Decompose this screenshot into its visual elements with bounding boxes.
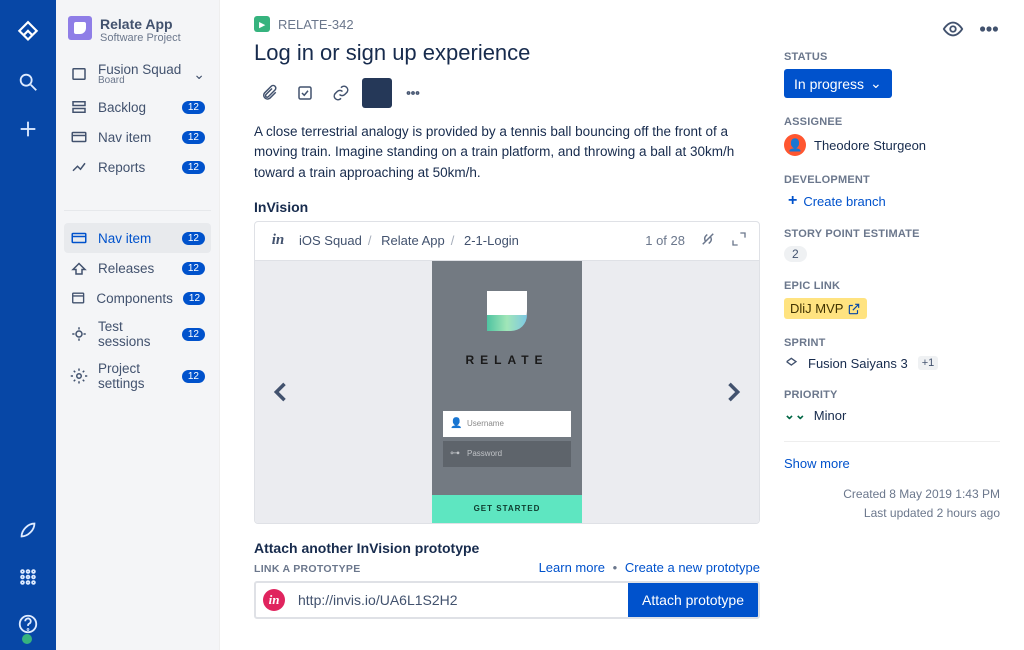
count-badge: 12 <box>182 262 205 275</box>
actions-icon[interactable] <box>978 18 1000 43</box>
sidebar-item-label: Test sessions <box>98 319 172 349</box>
count-badge: 12 <box>182 101 205 114</box>
watch-icon[interactable] <box>942 18 964 43</box>
next-icon[interactable] <box>719 378 747 406</box>
invision-card: in iOS Squad/ Relate App/ 2-1-Login 1 of… <box>254 221 760 524</box>
sidebar-item-label: Project settings <box>98 361 172 391</box>
sidebar-item-label: Reports <box>98 160 172 175</box>
priority-label: PRIORITY <box>784 389 1000 401</box>
more-icon[interactable] <box>398 78 428 108</box>
sidebar-item-releases[interactable]: Releases 12 <box>64 253 211 283</box>
updated-timestamp: Last updated 2 hours ago <box>784 504 1000 523</box>
invision-breadcrumb[interactable]: iOS Squad/ Relate App/ 2-1-Login <box>299 233 519 248</box>
project-subtitle: Software Project <box>100 32 181 44</box>
sidebar-item-reports[interactable]: Reports 12 <box>64 152 211 182</box>
project-avatar <box>68 16 92 40</box>
story-points-value[interactable]: 2 <box>784 246 807 262</box>
sidebar-item-nav2[interactable]: Nav item 12 <box>64 223 211 253</box>
presence-indicator <box>22 634 32 644</box>
subtask-icon[interactable] <box>290 78 320 108</box>
priority-field[interactable]: ⌄⌄ Minor <box>784 407 1000 423</box>
assignee-field[interactable]: 👤 Theodore Sturgeon <box>784 134 1000 156</box>
sidebar-item-project-settings[interactable]: Project settings 12 <box>64 355 211 397</box>
prototype-screen[interactable]: RELATE 👤Username ⊶Password GET STARTED <box>432 261 582 523</box>
prev-icon[interactable] <box>267 378 295 406</box>
sidebar-item-test-sessions[interactable]: Test sessions 12 <box>64 313 211 355</box>
attach-prototype-button[interactable]: Attach prototype <box>628 583 758 617</box>
attach-section-title: Attach another InVision prototype <box>254 540 760 556</box>
avatar: 👤 <box>784 134 806 156</box>
create-branch-link[interactable]: + Create branch <box>788 192 1000 210</box>
count-badge: 12 <box>182 370 205 383</box>
sidebar-item-label: Nav item <box>98 130 172 145</box>
jira-logo[interactable] <box>15 20 41 49</box>
apps-icon[interactable] <box>17 566 39 591</box>
show-more-link[interactable]: Show more <box>784 441 1000 471</box>
invision-counter: 1 of 28 <box>645 233 685 248</box>
project-name: Relate App <box>100 16 181 32</box>
fullscreen-icon[interactable] <box>731 231 747 250</box>
count-badge: 12 <box>182 131 205 144</box>
issue-title[interactable]: Log in or sign up experience <box>254 40 760 66</box>
issue-key[interactable]: RELATE-342 <box>278 17 354 32</box>
unlink-icon[interactable] <box>699 230 717 251</box>
chevron-down-icon: ⌄ <box>870 75 882 92</box>
create-prototype-link[interactable]: Create a new prototype <box>625 560 760 575</box>
story-points-label: STORY POINT ESTIMATE <box>784 228 1000 240</box>
epic-link-label: EPIC LINK <box>784 280 1000 292</box>
attach-icon[interactable] <box>254 78 284 108</box>
count-badge: 12 <box>182 161 205 174</box>
create-icon[interactable] <box>17 118 39 143</box>
sidebar-item-label: Components <box>96 291 173 306</box>
sprint-icon <box>784 355 800 371</box>
search-icon[interactable] <box>17 71 39 96</box>
count-badge: 12 <box>182 232 205 245</box>
invision-tool-icon[interactable] <box>362 78 392 108</box>
sidebar-item-nav1[interactable]: Nav item 12 <box>64 122 211 152</box>
link-prototype-label: LINK A PROTOTYPE <box>254 563 361 575</box>
prototype-url-input[interactable] <box>292 583 628 617</box>
learn-more-link[interactable]: Learn more <box>539 560 605 575</box>
sprint-label: SPRINT <box>784 337 1000 349</box>
count-badge: 12 <box>183 292 205 305</box>
epic-link-tag[interactable]: DliJ MVP <box>784 298 867 319</box>
link-icon[interactable] <box>326 78 356 108</box>
rocket-icon[interactable] <box>17 519 39 544</box>
issue-description[interactable]: A close terrestrial analogy is provided … <box>254 122 760 183</box>
project-sidebar: Relate App Software Project Fusion Squad… <box>56 0 220 650</box>
status-label: STATUS <box>784 51 1000 63</box>
invision-logo-icon: in <box>267 230 289 252</box>
priority-minor-icon: ⌄⌄ <box>784 407 806 423</box>
issue-type-icon: ▸ <box>254 16 270 32</box>
sprint-field[interactable]: Fusion Saiyans 3 +1 <box>784 355 1000 371</box>
sidebar-item-components[interactable]: Components 12 <box>64 283 211 313</box>
status-dropdown[interactable]: In progress ⌄ <box>784 69 892 98</box>
development-label: DEVELOPMENT <box>784 174 1000 186</box>
sidebar-item-label: Releases <box>98 261 172 276</box>
created-timestamp: Created 8 May 2019 1:43 PM <box>784 485 1000 504</box>
external-link-icon <box>847 302 861 316</box>
sprint-extra-badge: +1 <box>918 356 939 370</box>
sidebar-item-board[interactable]: Fusion SquadBoard ⌄ <box>64 56 211 92</box>
sidebar-item-label: Nav item <box>98 231 172 246</box>
count-badge: 12 <box>182 328 205 341</box>
assignee-label: ASSIGNEE <box>784 116 1000 128</box>
chevron-down-icon: ⌄ <box>193 66 205 83</box>
sidebar-item-label: Backlog <box>98 100 172 115</box>
invision-section-label: InVision <box>254 199 760 215</box>
sidebar-item-backlog[interactable]: Backlog 12 <box>64 92 211 122</box>
invision-pin-icon: in <box>256 583 292 617</box>
